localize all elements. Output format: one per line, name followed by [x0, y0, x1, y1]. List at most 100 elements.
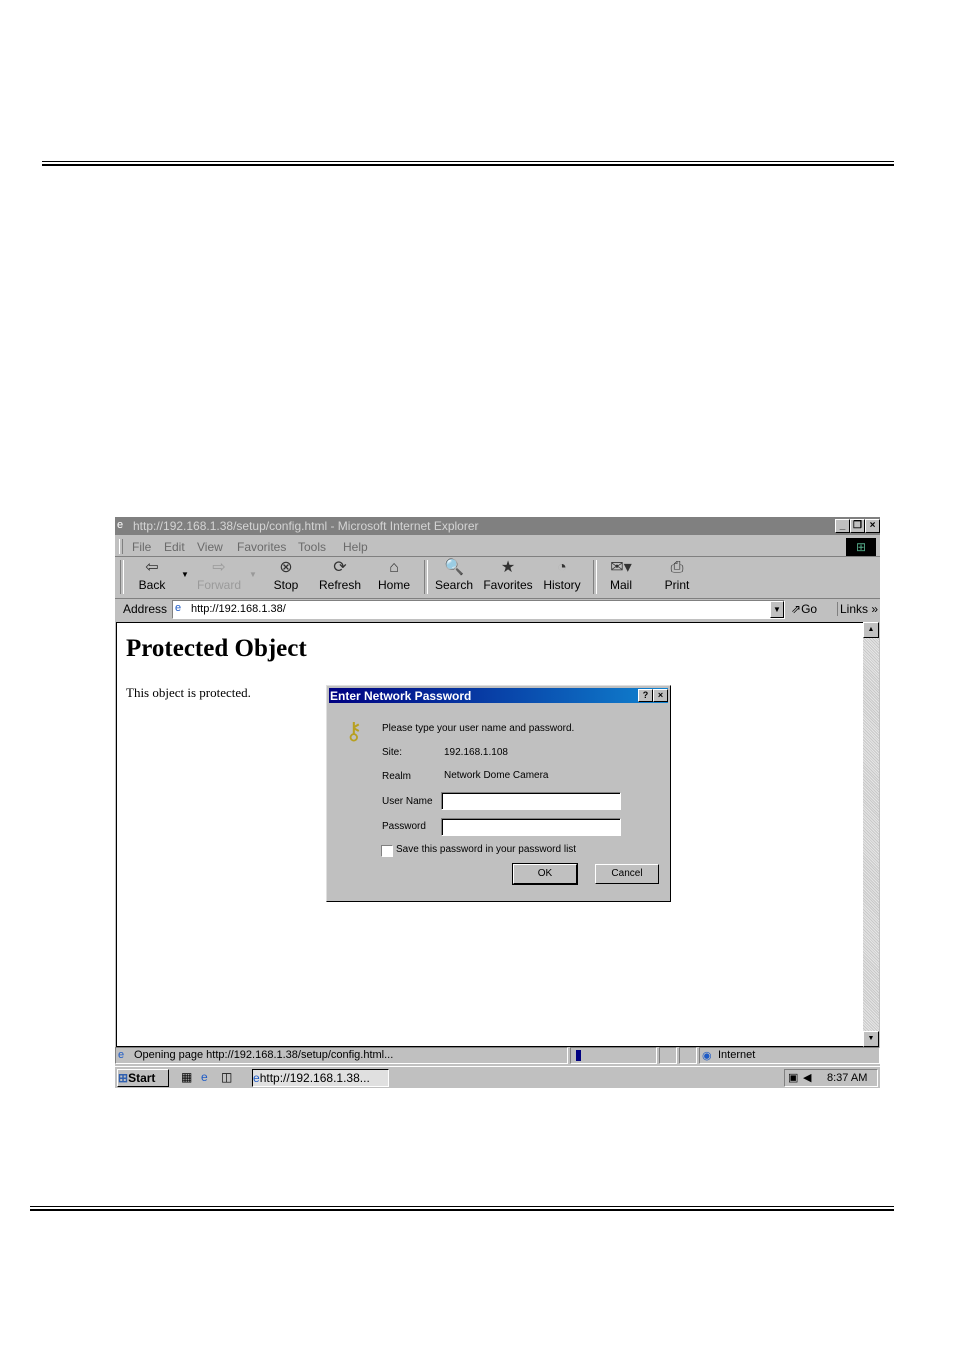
menu-grip [119, 539, 123, 554]
refresh-label: Refresh [318, 578, 362, 592]
status-text-panel: e Opening page http://192.168.1.38/setup… [115, 1047, 568, 1064]
zone-panel: ◉ Internet [699, 1047, 880, 1064]
channels-quicklaunch-icon[interactable]: ◫ [221, 1070, 232, 1084]
ie-icon: e [117, 519, 124, 531]
vertical-scrollbar[interactable]: ▲ ▼ [863, 622, 879, 1047]
system-tray: ▣ ◀ 8:37 AM [784, 1069, 878, 1087]
toolbar-grip [120, 560, 124, 594]
stop-label: Stop [273, 578, 299, 592]
address-value: http://192.168.1.38/ [191, 603, 286, 615]
print-label: Print [664, 578, 690, 592]
address-input[interactable]: e http://192.168.1.38/ [172, 600, 785, 619]
print-button[interactable]: ⎙ Print [659, 558, 695, 598]
home-button[interactable]: ⌂ Home [373, 558, 415, 598]
header-rule [42, 161, 894, 166]
links-button[interactable]: Links » [837, 602, 878, 616]
status-panel-empty [659, 1047, 677, 1064]
taskbar-ie-window[interactable]: ehttp://192.168.1.38... [252, 1069, 389, 1087]
menu-help[interactable]: Help [343, 540, 368, 554]
refresh-icon: ⟳ [333, 559, 347, 576]
browser-screenshot: e http://192.168.1.38/setup/config.html … [115, 517, 880, 1088]
scroll-down-icon[interactable]: ▼ [863, 1031, 879, 1047]
search-label: Search [434, 578, 474, 592]
taskbar: ⊞Start ▦ e ◫ ehttp://192.168.1.38... ▣ ◀… [115, 1066, 880, 1088]
back-icon: ⇦ [145, 559, 159, 576]
status-bar: e Opening page http://192.168.1.38/setup… [115, 1047, 880, 1064]
restore-button[interactable]: ❐ [850, 519, 865, 533]
back-button[interactable]: ⇦ Back [133, 558, 171, 598]
go-label: Go [801, 602, 818, 616]
toolbar-separator-2 [593, 560, 597, 594]
search-button[interactable]: 🔍 Search [432, 558, 476, 598]
address-bar: Address e http://192.168.1.38/ [115, 599, 880, 620]
scroll-up-icon[interactable]: ▲ [863, 622, 879, 638]
address-dropdown-icon[interactable]: ▼ [770, 601, 784, 618]
menu-tools[interactable]: Tools [298, 540, 326, 554]
page-heading: Protected Object [126, 635, 307, 662]
tray-volume-icon[interactable]: ◀ [803, 1071, 811, 1084]
search-icon: 🔍 [444, 559, 464, 576]
favorites-label: Favorites [483, 578, 533, 592]
stop-button[interactable]: ⊗ Stop [268, 558, 304, 598]
save-password-checkbox[interactable] [381, 845, 393, 857]
password-input[interactable] [441, 818, 621, 836]
windows-logo-icon: ⊞ [846, 538, 876, 556]
address-label: Address [123, 602, 168, 616]
user-name-input[interactable] [441, 792, 621, 810]
desktop-quicklaunch-icon[interactable]: ▦ [181, 1070, 192, 1084]
menu-file[interactable]: File [132, 540, 151, 554]
back-label: Back [138, 578, 166, 592]
home-label: Home [377, 578, 410, 592]
mail-label: Mail [609, 578, 632, 592]
forward-label: Forward [196, 578, 241, 592]
globe-icon: ◉ [702, 1050, 712, 1062]
history-icon: ◔ [557, 559, 567, 576]
standard-toolbar: ⇦ Back ▼ ⇨ Forward ▼ ⊗ Stop ⟳ Refresh ⌂ … [115, 558, 880, 599]
password-label: Password [382, 821, 426, 832]
zone-text: Internet [718, 1049, 756, 1061]
windows-flag-icon: ⊞ [118, 1071, 129, 1085]
refresh-button[interactable]: ⟳ Refresh [315, 558, 365, 598]
home-icon: ⌂ [389, 559, 399, 576]
network-password-dialog: Enter Network Password ? × ⚷ Please type… [326, 685, 671, 902]
history-label: History [543, 578, 581, 592]
go-button[interactable]: ⇗Go [791, 602, 817, 616]
print-icon: ⎙ [670, 559, 684, 576]
favorites-button[interactable]: ★ Favorites [482, 558, 534, 598]
start-button[interactable]: ⊞Start [117, 1069, 169, 1087]
site-value: 192.168.1.108 [444, 747, 508, 758]
close-button[interactable]: × [865, 519, 880, 533]
dialog-titlebar: Enter Network Password ? × [329, 688, 668, 703]
cancel-button[interactable]: Cancel [595, 864, 659, 884]
dialog-help-button[interactable]: ? [638, 689, 653, 702]
forward-icon: ⇨ [212, 559, 226, 576]
progress-panel [570, 1047, 657, 1064]
dialog-close-button[interactable]: × [653, 689, 668, 702]
progress-bar [576, 1050, 581, 1061]
tray-network-icon[interactable]: ▣ [788, 1071, 798, 1084]
links-label: Links [840, 602, 869, 616]
ok-button[interactable]: OK [512, 863, 578, 885]
menu-edit[interactable]: Edit [164, 540, 185, 554]
menu-favorites[interactable]: Favorites [237, 540, 286, 554]
forward-button[interactable]: ⇨ Forward [195, 558, 243, 598]
start-label: Start [128, 1071, 156, 1085]
window-title: http://192.168.1.38/setup/config.html - … [133, 519, 479, 533]
history-button[interactable]: ◔ History [540, 558, 584, 598]
ie-quicklaunch-icon[interactable]: e [201, 1070, 208, 1084]
mail-button[interactable]: ✉▾ Mail [603, 558, 639, 598]
footer-rule [30, 1206, 894, 1211]
toolbar-separator [424, 560, 428, 594]
forward-dropdown-icon[interactable]: ▼ [249, 570, 257, 579]
status-panel-empty-2 [679, 1047, 697, 1064]
minimize-button[interactable]: _ [835, 519, 850, 533]
dialog-prompt: Please type your user name and password. [382, 723, 575, 734]
favorites-icon: ★ [500, 559, 516, 576]
realm-label: Realm [382, 771, 411, 782]
realm-value: Network Dome Camera [444, 770, 549, 781]
back-dropdown-icon[interactable]: ▼ [181, 570, 189, 579]
menu-view[interactable]: View [197, 540, 223, 554]
tray-clock: 8:37 AM [827, 1072, 868, 1084]
page-icon: e [175, 602, 182, 614]
taskbar-ie-icon: e [253, 1071, 260, 1085]
